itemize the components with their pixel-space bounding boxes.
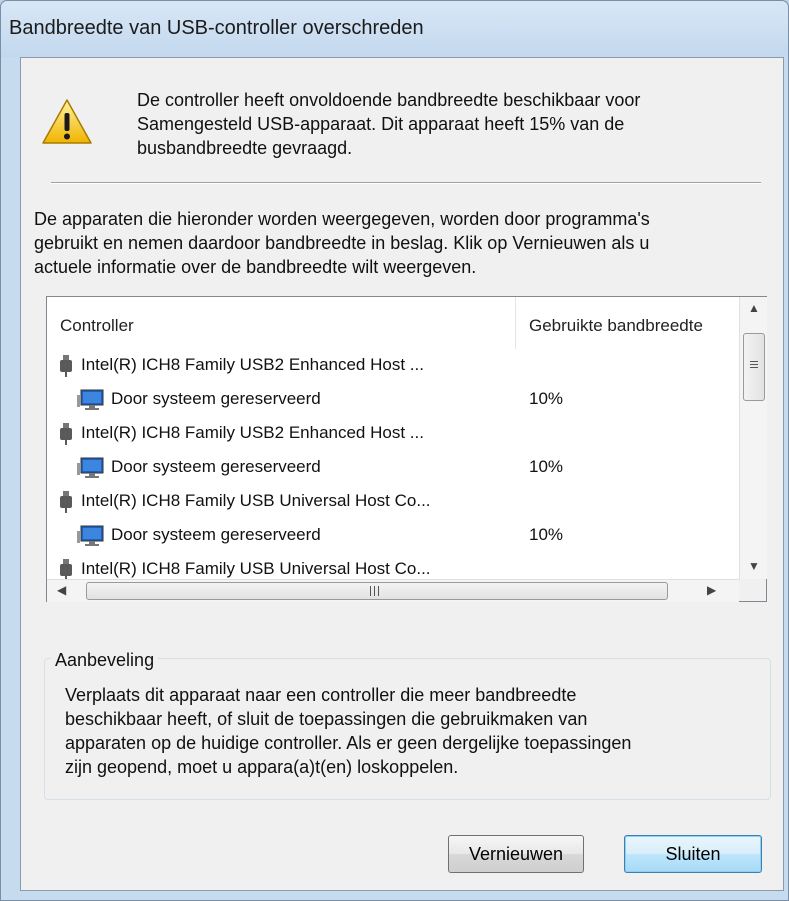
description-line: gebruikt en nemen daardoor bandbreedte i…	[34, 233, 650, 253]
list-row[interactable]: Door systeem gereserveerd 10%	[47, 519, 739, 553]
close-button[interactable]: Sluiten	[624, 835, 762, 873]
horizontal-scrollbar[interactable]: ◀ ▶	[47, 579, 739, 602]
warning-message: De controller heeft onvoldoende bandbree…	[137, 88, 757, 160]
recommendation-line: Verplaats dit apparaat naar een controll…	[65, 685, 577, 705]
list-row[interactable]: Intel(R) ICH8 Family USB Universal Host …	[47, 485, 739, 519]
recommendation-title: Aanbeveling	[51, 650, 159, 671]
recommendation-line: apparaten op de huidige controller. Als …	[65, 733, 632, 753]
warning-icon	[42, 99, 92, 144]
dialog-content: De controller heeft onvoldoende bandbree…	[20, 57, 784, 891]
message-line: busbandbreedte gevraagd.	[137, 138, 353, 158]
scroll-right-icon[interactable]: ▶	[707, 583, 716, 597]
grip-icon	[370, 586, 379, 596]
column-header-controller[interactable]: Controller	[60, 316, 134, 336]
separator	[51, 182, 761, 184]
description-text: De apparaten die hieronder worden weerge…	[34, 207, 779, 279]
column-divider[interactable]	[515, 297, 516, 349]
row-name: Door systeem gereserveerd	[111, 525, 321, 544]
dialog-window: Bandbreedte van USB-controller overschre…	[0, 0, 789, 901]
scroll-down-icon[interactable]: ▼	[748, 559, 760, 573]
row-bandwidth: 10%	[529, 457, 564, 476]
usb-plug-icon	[59, 559, 73, 579]
computer-icon	[77, 525, 107, 552]
grip-line	[750, 361, 758, 362]
row-name: Door systeem gereserveerd	[111, 457, 321, 476]
description-line: actuele informatie over de bandbreedte w…	[34, 257, 477, 277]
usb-plug-icon	[59, 423, 73, 450]
list-header: Controller Gebruikte bandbreedte	[47, 297, 739, 349]
scroll-up-icon[interactable]: ▲	[748, 301, 760, 315]
recommendation-line: beschikbaar heeft, of sluit de toepassin…	[65, 709, 588, 729]
grip-line	[750, 364, 758, 365]
usb-plug-icon	[59, 491, 73, 518]
controller-list[interactable]: Controller Gebruikte bandbreedte Intel(R…	[46, 296, 767, 602]
description-line: De apparaten die hieronder worden weerge…	[34, 209, 650, 229]
horizontal-scroll-thumb[interactable]	[86, 582, 668, 600]
row-name: Intel(R) ICH8 Family USB Universal Host …	[81, 491, 431, 510]
vertical-scroll-thumb[interactable]	[743, 333, 765, 401]
row-name: Intel(R) ICH8 Family USB Universal Host …	[81, 559, 431, 578]
row-bandwidth: 10%	[529, 389, 564, 408]
title-bar[interactable]: Bandbreedte van USB-controller overschre…	[1, 1, 788, 57]
column-header-bandwidth[interactable]: Gebruikte bandbreedte	[529, 316, 703, 336]
list-row[interactable]: Intel(R) ICH8 Family USB2 Enhanced Host …	[47, 349, 739, 383]
vertical-scrollbar[interactable]: ▲ ▼	[739, 297, 767, 579]
window-title: Bandbreedte van USB-controller overschre…	[9, 17, 424, 39]
usb-plug-icon	[59, 355, 73, 382]
row-name: Intel(R) ICH8 Family USB2 Enhanced Host …	[81, 423, 424, 442]
row-bandwidth: 10%	[529, 525, 564, 544]
message-line: Samengesteld USB-apparaat. Dit apparaat …	[137, 114, 625, 134]
grip-line	[750, 367, 758, 368]
list-rows: Intel(R) ICH8 Family USB2 Enhanced Host …	[47, 349, 739, 579]
refresh-button[interactable]: Vernieuwen	[448, 835, 584, 873]
message-line: De controller heeft onvoldoende bandbree…	[137, 90, 641, 110]
list-row[interactable]: Door systeem gereserveerd 10%	[47, 451, 739, 485]
row-name: Intel(R) ICH8 Family USB2 Enhanced Host …	[81, 355, 424, 374]
computer-icon	[77, 457, 107, 484]
list-row[interactable]: Intel(R) ICH8 Family USB2 Enhanced Host …	[47, 417, 739, 451]
list-row[interactable]: Intel(R) ICH8 Family USB Universal Host …	[47, 553, 739, 579]
recommendation-text: Verplaats dit apparaat naar een controll…	[65, 683, 760, 779]
scrollbar-corner	[739, 579, 766, 601]
computer-icon	[77, 389, 107, 416]
list-row[interactable]: Door systeem gereserveerd 10%	[47, 383, 739, 417]
row-name: Door systeem gereserveerd	[111, 389, 321, 408]
recommendation-line: zijn geopend, moet u appara(a)t(en) losk…	[65, 757, 459, 777]
scroll-left-icon[interactable]: ◀	[57, 583, 66, 597]
